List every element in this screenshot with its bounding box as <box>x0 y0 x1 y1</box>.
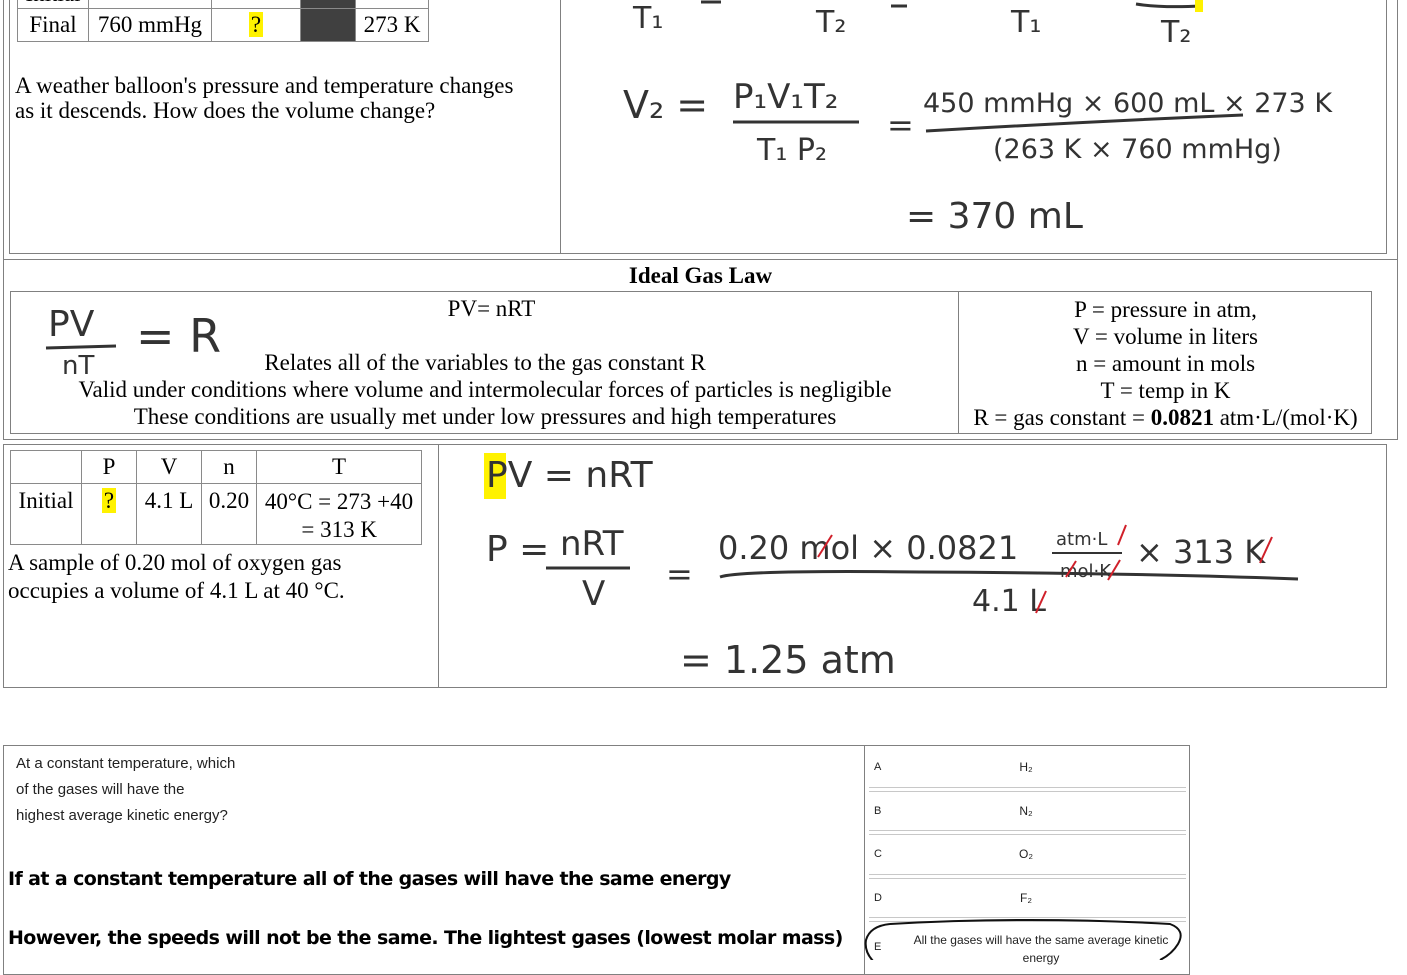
explanation-1: If at a constant temperature all of the … <box>8 868 731 890</box>
kinetic-question-text: At a constant temperature, which of the … <box>16 755 236 824</box>
header-n: n <box>201 450 257 484</box>
oxygen-problem-text: A sample of 0.20 mol of oxygen gas occup… <box>8 550 345 603</box>
final-temperature: 273 K <box>355 8 429 42</box>
table-header-row: P V n T <box>10 450 422 484</box>
initial-volume: 4.1 L <box>136 483 202 545</box>
ideal-gas-variables: P = pressure in atm, V = volume in liter… <box>959 296 1372 431</box>
hw-t1-a: T₁ <box>632 1 663 36</box>
initial-moles: 0.20 <box>201 483 257 545</box>
hw-v2-lhs: V₂ = <box>623 83 708 127</box>
hw-units-num: atm·L <box>1056 529 1107 550</box>
table-row-final: Final 760 mmHg ? 273 K <box>17 8 429 42</box>
hw-sub-den: (263 K × 760 mmHg) <box>993 134 1282 165</box>
row-label: Initial <box>17 0 89 9</box>
table-row-initial: Initial ? 4.1 L 0.20 40°C = 273 +40 = 31… <box>10 483 422 545</box>
hw-sub-den: 4.1 L <box>972 584 1046 619</box>
ideal-gas-equation: PV= nRT <box>447 296 536 321</box>
hw-result: = 1.25 atm <box>680 638 896 682</box>
var-r: R = gas constant = 0.0821 atm·L/(mol·K) <box>973 405 1358 430</box>
svg-text:=: = <box>887 106 914 144</box>
hw-v2-result: = 370 mL <box>906 196 1083 237</box>
balloon-problem-text: A weather balloon's pressure and tempera… <box>15 73 514 123</box>
header-p: P <box>81 450 137 484</box>
row-label: Final <box>17 8 89 42</box>
hw-sub-num: 450 mmHg × 600 mL × 273 K <box>923 88 1333 119</box>
option-c[interactable]: C O₂ <box>866 834 1186 874</box>
table-row-initial: Initial <box>17 0 429 9</box>
hw-t2-b: T₂ <box>1160 15 1191 50</box>
unknown-volume: ? <box>248 12 264 37</box>
var-n: n = amount in mols <box>1075 351 1256 376</box>
header-v: V <box>136 450 202 484</box>
unknown-pressure: ? <box>101 488 117 513</box>
combined-law-table: Initial Final 760 mmHg ? 273 K <box>17 0 429 42</box>
hw-t2-a: T₂ <box>815 5 846 40</box>
ideal-gas-description: Relates all of the variables to the gas … <box>78 350 892 429</box>
hw-v2-num: P₁V₁T₂ <box>733 77 838 117</box>
ideal-gas-table: P V n T Initial ? 4.1 L 0.20 40°C = 273 … <box>10 450 422 545</box>
ideal-gas-handwriting: PV = nRT P = nRT V = 0.20 mol × 0.0821 a… <box>484 453 1299 682</box>
svg-text:=: = <box>666 555 693 593</box>
dark-cell <box>300 8 356 42</box>
var-t: T = temp in K <box>1100 378 1231 403</box>
ideal-gas-example-divider <box>438 444 439 688</box>
selected-answer-circle <box>864 919 1182 960</box>
header-t: T <box>256 450 422 484</box>
option-a[interactable]: A H₂ <box>866 747 1186 787</box>
combined-law-handwriting: T₁ T₂ T₁ T₂ V₂ = P₁V₁T₂ T₁ P₂ = 450 mmHg… <box>623 0 1333 237</box>
hw-v2-den: T₁ P₂ <box>756 133 827 168</box>
hw-t1-b: T₁ <box>1010 5 1041 40</box>
option-d[interactable]: D F₂ <box>866 878 1186 918</box>
var-v: V = volume in liters <box>1072 324 1259 349</box>
hw-eq2-den: V <box>582 574 605 614</box>
hw-eq2-num: nRT <box>560 524 624 564</box>
row-label: Initial <box>10 483 82 545</box>
r-value: 0.0821 <box>1150 405 1214 430</box>
option-b[interactable]: B N₂ <box>866 791 1186 831</box>
final-pressure: 760 mmHg <box>88 8 212 42</box>
hw-sub-num-b: × 313 K <box>1136 533 1266 571</box>
initial-temperature: 40°C = 273 +40 = 313 K <box>256 483 422 545</box>
hw-eq2-lhs: P = <box>486 529 549 570</box>
explanation-2: However, the speeds will not be the same… <box>8 927 843 949</box>
hw-eq1: PV = nRT <box>486 455 654 496</box>
hw-units-den: mol·K <box>1060 561 1112 582</box>
dark-cell <box>300 0 356 9</box>
ideal-gas-law-title: Ideal Gas Law <box>628 263 773 288</box>
var-p: P = pressure in atm, <box>1074 297 1257 322</box>
hw-sub-num-a: 0.20 mol × 0.0821 <box>718 529 1018 567</box>
